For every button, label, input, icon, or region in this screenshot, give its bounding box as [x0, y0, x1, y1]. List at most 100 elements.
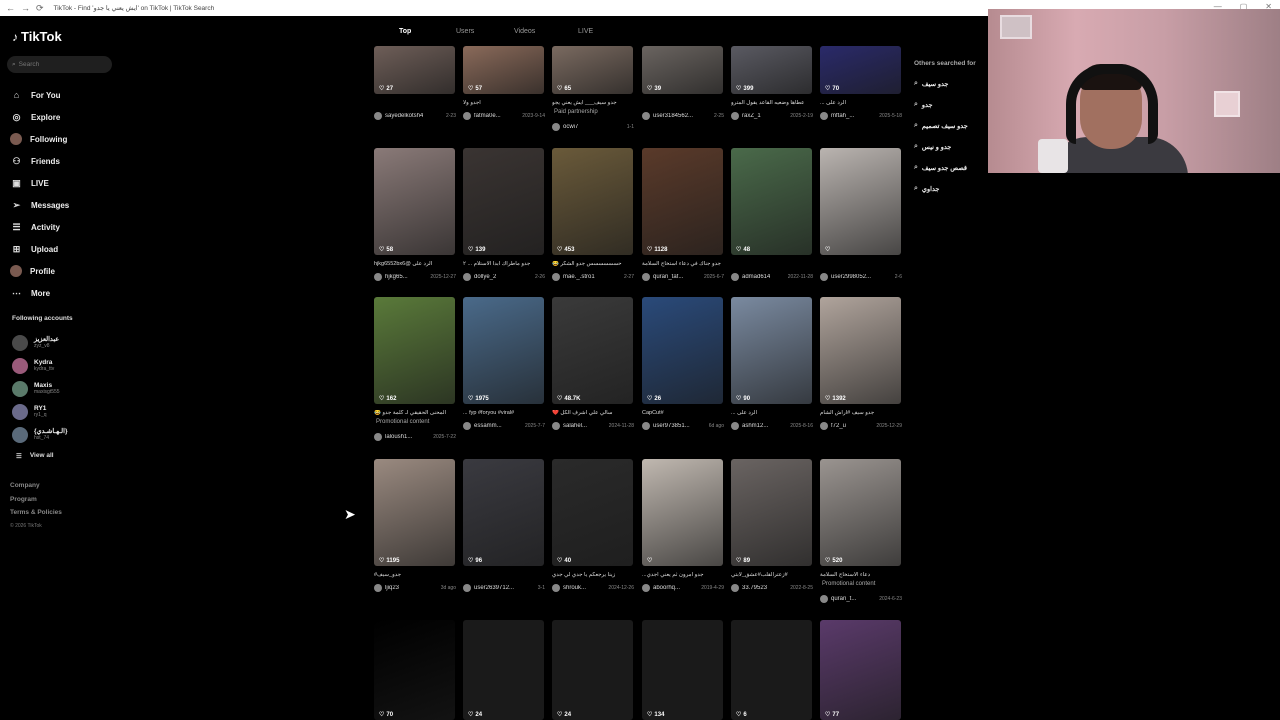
user-avatar[interactable] — [731, 422, 739, 430]
video-thumbnail[interactable]: ♡ 70 — [374, 620, 455, 720]
video-caption[interactable]: سالي علي اشرف الكل ❤️ — [552, 410, 634, 416]
video-thumbnail[interactable]: ♡ — [820, 148, 901, 255]
video-caption[interactable]: دعاء الاستخاج السلامة — [820, 572, 902, 578]
video-thumbnail[interactable]: ♡ 57 — [463, 46, 544, 94]
username[interactable]: hjkg65... — [385, 274, 408, 280]
video-caption[interactable]: #CapCut — [642, 410, 724, 416]
following-account[interactable]: {الـهـاشـدي} hst_74 — [12, 423, 67, 446]
user-avatar[interactable] — [374, 433, 382, 441]
sidebar-item-more[interactable]: ⋯ More — [10, 282, 69, 304]
video-caption[interactable]: جدو أمرون ثم يعني اجدي... — [642, 572, 724, 578]
user-avatar[interactable] — [463, 584, 471, 592]
video-caption[interactable]: عطاها وضعيه القاعد يقول المترو — [731, 100, 813, 106]
user-avatar[interactable] — [642, 112, 650, 120]
tab-videos[interactable]: Videos — [514, 28, 535, 35]
username[interactable]: quran_t... — [831, 596, 856, 602]
video-thumbnail[interactable]: ♡ 1195 — [374, 459, 455, 566]
footer-program-link[interactable]: Program — [10, 496, 62, 510]
username[interactable]: ashm12... — [742, 423, 768, 429]
username[interactable]: user3184562... — [653, 113, 693, 119]
user-avatar[interactable] — [820, 112, 828, 120]
video-thumbnail[interactable]: ♡ 1128 — [642, 148, 723, 255]
sidebar-item-profile[interactable]: Profile — [10, 260, 69, 282]
forward-icon[interactable]: → — [21, 3, 30, 14]
video-thumbnail[interactable]: ♡ 90 — [731, 297, 812, 404]
username[interactable]: user2639712... — [474, 585, 514, 591]
user-avatar[interactable] — [552, 273, 560, 281]
following-account[interactable]: Kydra kydra_ttv — [12, 354, 67, 377]
user-avatar[interactable] — [731, 584, 739, 592]
view-all-button[interactable]: ☰ View all — [16, 452, 54, 460]
user-avatar[interactable] — [642, 422, 650, 430]
back-icon[interactable]: ← — [6, 3, 15, 14]
username[interactable]: shrouk... — [563, 585, 586, 591]
user-avatar[interactable] — [731, 112, 739, 120]
user-avatar[interactable] — [820, 273, 828, 281]
video-thumbnail[interactable]: ♡ 520 — [820, 459, 901, 566]
username[interactable]: mftah_... — [831, 113, 854, 119]
search-input[interactable] — [18, 61, 99, 68]
video-thumbnail[interactable]: ♡ 70 — [820, 46, 901, 94]
video-thumbnail[interactable]: ♡ 77 — [820, 620, 901, 720]
user-avatar[interactable] — [552, 584, 560, 592]
username[interactable]: mae._.stro1 — [563, 274, 595, 280]
video-thumbnail[interactable]: ♡ 1392 — [820, 297, 901, 404]
video-caption[interactable]: اجدو ولا — [463, 100, 545, 106]
user-avatar[interactable] — [642, 584, 650, 592]
video-thumbnail[interactable]: ♡ 24 — [463, 620, 544, 720]
video-caption[interactable]: الرد على @hjkg6552bx6 — [374, 261, 456, 267]
video-thumbnail[interactable]: ♡ 96 — [463, 459, 544, 566]
sidebar-item-friends[interactable]: ⚇ Friends — [10, 150, 69, 172]
username[interactable]: aboorhq... — [653, 585, 680, 591]
user-avatar[interactable] — [820, 595, 828, 603]
video-caption[interactable]: حسسسسسس جدو الشكر 😂 — [552, 261, 634, 267]
following-account[interactable]: عبدالعزيز zyz_v8 — [12, 331, 67, 354]
user-avatar[interactable] — [552, 422, 560, 430]
user-avatar[interactable] — [463, 422, 471, 430]
user-avatar[interactable] — [642, 273, 650, 281]
following-account[interactable]: RY1 ry1_q — [12, 400, 67, 423]
video-thumbnail[interactable]: ♡ 1975 — [463, 297, 544, 404]
footer-terms-link[interactable]: Terms & Policies — [10, 509, 62, 523]
video-thumbnail[interactable]: ♡ — [642, 459, 723, 566]
sidebar-item-activity[interactable]: ☰ Activity — [10, 216, 69, 238]
user-avatar[interactable] — [463, 273, 471, 281]
suggested-search[interactable]: ⌕ قصص جدو سيف — [914, 157, 976, 178]
sidebar-item-live[interactable]: ▣ LIVE — [10, 172, 69, 194]
video-caption[interactable]: جدو سيف___ ايش يعني يجو — [552, 100, 634, 106]
video-caption[interactable]: زينا يرجعكم يا جدي لي جدي — [552, 572, 634, 578]
suggested-search[interactable]: ⌕ جدو سيف تصميم — [914, 115, 976, 136]
suggested-search[interactable]: ⌕ جداوي — [914, 178, 976, 199]
video-caption[interactable]: جدو سيف #اراش الشام — [820, 410, 902, 416]
user-avatar[interactable] — [374, 273, 382, 281]
user-avatar[interactable] — [374, 112, 382, 120]
sidebar-item-upload[interactable]: ⊞ Upload — [10, 238, 69, 260]
sidebar-item-messages[interactable]: ➢ Messages — [10, 194, 70, 216]
video-caption[interactable]: الرد على ... — [820, 100, 902, 106]
video-thumbnail[interactable]: ♡ 27 — [374, 46, 455, 94]
user-avatar[interactable] — [463, 112, 471, 120]
tab-users[interactable]: Users — [456, 28, 474, 35]
username[interactable]: user2998052... — [831, 274, 871, 280]
video-caption[interactable]: #fyp #foryou #viral ... — [463, 410, 545, 416]
user-avatar[interactable] — [552, 123, 560, 131]
username[interactable]: f72_u — [831, 423, 846, 429]
video-thumbnail[interactable]: ♡ 6 — [731, 620, 812, 720]
video-thumbnail[interactable]: ♡ 40 — [552, 459, 633, 566]
video-thumbnail[interactable]: ♡ 48 — [731, 148, 812, 255]
sidebar-item-explore[interactable]: ◎ Explore — [10, 106, 69, 128]
video-thumbnail[interactable]: ♡ 24 — [552, 620, 633, 720]
username[interactable]: laloush1... — [385, 434, 412, 440]
username[interactable]: ocwi7 — [563, 124, 578, 130]
username[interactable]: salahel... — [563, 423, 587, 429]
tab-live[interactable]: LIVE — [578, 28, 593, 35]
video-thumbnail[interactable]: ♡ 39 — [642, 46, 723, 94]
username[interactable]: 33.79523 — [742, 585, 767, 591]
user-avatar[interactable] — [374, 584, 382, 592]
video-caption[interactable]: جدو جناك في دعاء استخاج السلامة — [642, 261, 724, 267]
user-avatar[interactable] — [731, 273, 739, 281]
sidebar-item-for-you[interactable]: ⌂ For You — [10, 84, 69, 106]
video-thumbnail[interactable]: ♡ 89 — [731, 459, 812, 566]
username[interactable]: sayedelkotsh4 — [385, 113, 423, 119]
video-caption[interactable]: جدو_سيف# — [374, 572, 456, 578]
